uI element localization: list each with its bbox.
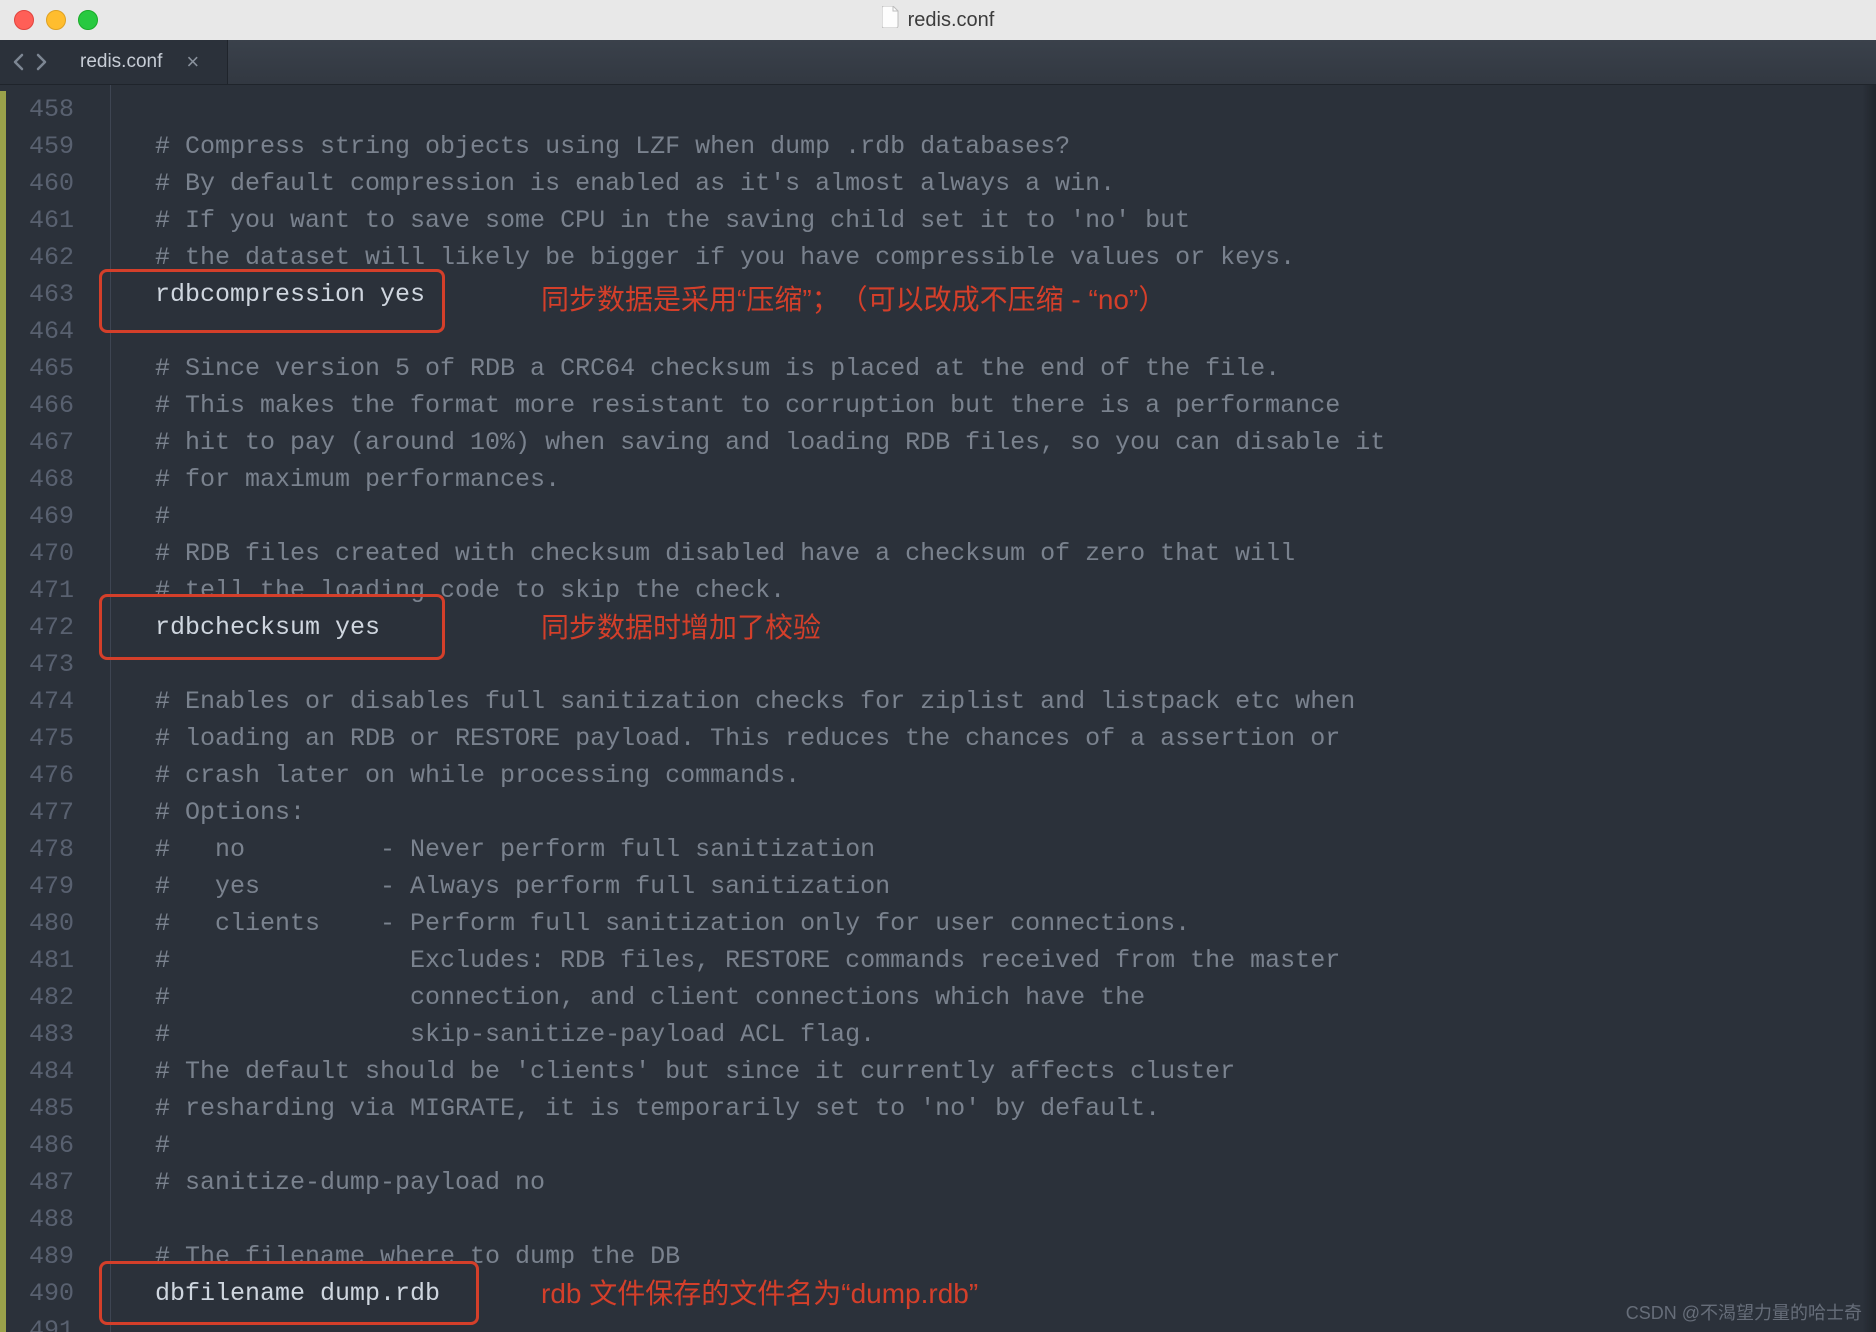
line-number: 475: [0, 720, 92, 757]
code-line[interactable]: # Options:: [155, 794, 1876, 831]
line-number: 467: [0, 424, 92, 461]
code-line[interactable]: #: [155, 498, 1876, 535]
line-number: 471: [0, 572, 92, 609]
line-number: 478: [0, 831, 92, 868]
nav-forward-icon[interactable]: [32, 53, 50, 71]
tab-redis-conf[interactable]: redis.conf ×: [60, 40, 228, 84]
code-area[interactable]: # Compress string objects using LZF when…: [111, 85, 1876, 1332]
scroll-shadow: [1862, 85, 1876, 1332]
document-icon: [882, 6, 900, 34]
code-line[interactable]: # By default compression is enabled as i…: [155, 165, 1876, 202]
line-number: 491: [0, 1312, 92, 1332]
annotation-box-rdbcompression: [99, 269, 445, 333]
annotation-text-dbfilename: rdb 文件保存的文件名为“dump.rdb”: [541, 1275, 978, 1312]
line-number: 472: [0, 609, 92, 646]
line-number: 466: [0, 387, 92, 424]
editor[interactable]: 4584594604614624634644654664674684694704…: [0, 85, 1876, 1332]
code-line[interactable]: # crash later on while processing comman…: [155, 757, 1876, 794]
watermark: CSDN @不渴望力量的哈士奇: [1626, 1299, 1862, 1325]
code-line[interactable]: # Enables or disables full sanitization …: [155, 683, 1876, 720]
line-number: 468: [0, 461, 92, 498]
tab-bar-empty: [228, 40, 1876, 84]
line-number: 481: [0, 942, 92, 979]
line-number: 484: [0, 1053, 92, 1090]
line-number: 470: [0, 535, 92, 572]
line-number: 464: [0, 313, 92, 350]
line-number: 463: [0, 276, 92, 313]
change-bar: [0, 91, 6, 1332]
line-number: 477: [0, 794, 92, 831]
line-number: 485: [0, 1090, 92, 1127]
annotation-box-rdbchecksum: [99, 594, 445, 660]
tab-label: redis.conf: [80, 51, 162, 73]
code-line[interactable]: # Compress string objects using LZF when…: [155, 128, 1876, 165]
window-title-text: redis.conf: [908, 9, 995, 32]
code-line[interactable]: [155, 91, 1876, 128]
annotation-box-dbfilename: [99, 1261, 479, 1325]
code-line[interactable]: # yes - Always perform full sanitization: [155, 868, 1876, 905]
line-number-gutter: 4584594604614624634644654664674684694704…: [0, 85, 92, 1332]
code-line[interactable]: # loading an RDB or RESTORE payload. Thi…: [155, 720, 1876, 757]
nav-history: [0, 40, 60, 84]
line-number: 486: [0, 1127, 92, 1164]
code-line[interactable]: # hit to pay (around 10%) when saving an…: [155, 424, 1876, 461]
line-number: 489: [0, 1238, 92, 1275]
line-number: 488: [0, 1201, 92, 1238]
code-line[interactable]: # skip-sanitize-payload ACL flag.: [155, 1016, 1876, 1053]
line-number: 462: [0, 239, 92, 276]
annotation-text-rdbchecksum: 同步数据时增加了校验: [541, 609, 821, 646]
code-line[interactable]: # RDB files created with checksum disabl…: [155, 535, 1876, 572]
line-number: 482: [0, 979, 92, 1016]
tab-bar: redis.conf ×: [0, 40, 1876, 85]
code-line[interactable]: [155, 1201, 1876, 1238]
line-number: 476: [0, 757, 92, 794]
code-line[interactable]: # Since version 5 of RDB a CRC64 checksu…: [155, 350, 1876, 387]
code-line[interactable]: # no - Never perform full sanitization: [155, 831, 1876, 868]
line-number: 459: [0, 128, 92, 165]
line-number: 479: [0, 868, 92, 905]
code-line[interactable]: # This makes the format more resistant t…: [155, 387, 1876, 424]
line-number: 483: [0, 1016, 92, 1053]
line-number: 460: [0, 165, 92, 202]
line-number: 473: [0, 646, 92, 683]
line-number: 461: [0, 202, 92, 239]
line-number: 458: [0, 91, 92, 128]
annotation-text-rdbcompression: 同步数据是采用“压缩”； （可以改成不压缩 - “no”）: [541, 281, 1166, 318]
code-line[interactable]: # The default should be 'clients' but si…: [155, 1053, 1876, 1090]
code-line[interactable]: # resharding via MIGRATE, it is temporar…: [155, 1090, 1876, 1127]
tab-close-icon[interactable]: ×: [186, 51, 199, 73]
code-line[interactable]: # sanitize-dump-payload no: [155, 1164, 1876, 1201]
line-number: 474: [0, 683, 92, 720]
code-line[interactable]: # If you want to save some CPU in the sa…: [155, 202, 1876, 239]
window-title: redis.conf: [0, 6, 1876, 34]
line-number: 465: [0, 350, 92, 387]
line-number: 487: [0, 1164, 92, 1201]
code-line[interactable]: # clients - Perform full sanitization on…: [155, 905, 1876, 942]
line-number: 480: [0, 905, 92, 942]
nav-back-icon[interactable]: [10, 53, 28, 71]
line-number: 469: [0, 498, 92, 535]
titlebar: redis.conf: [0, 0, 1876, 40]
line-number: 490: [0, 1275, 92, 1312]
code-line[interactable]: # connection, and client connections whi…: [155, 979, 1876, 1016]
code-line[interactable]: # Excludes: RDB files, RESTORE commands …: [155, 942, 1876, 979]
code-line[interactable]: #: [155, 1127, 1876, 1164]
code-line[interactable]: # for maximum performances.: [155, 461, 1876, 498]
